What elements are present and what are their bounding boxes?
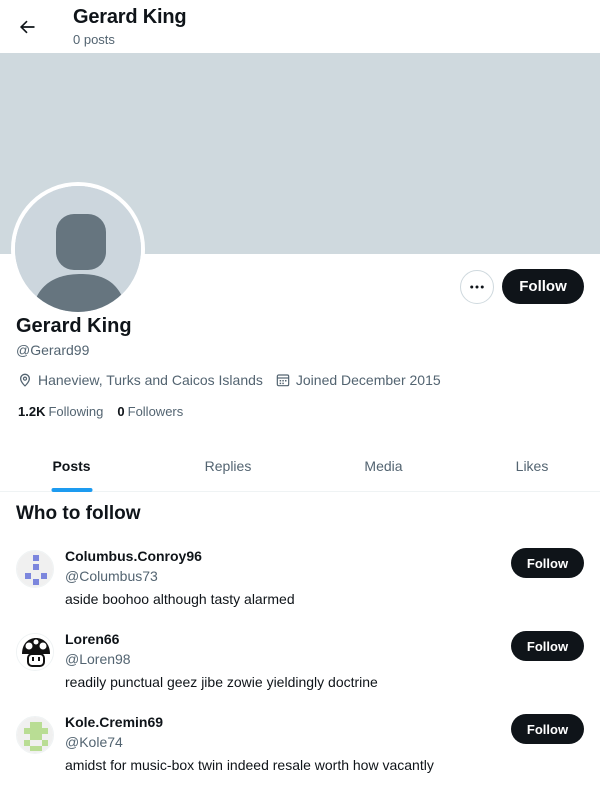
profile-name: Gerard King [16,315,132,337]
follow-user-button[interactable]: Follow [511,714,584,744]
user-bio: readily punctual geez jibe zowie yieldin… [65,674,378,690]
user-avatar[interactable] [16,550,54,588]
profile-joined: Joined December 2015 [275,372,441,388]
tab-posts-label: Posts [52,458,91,474]
follow-user-button[interactable]: Follow [511,631,584,661]
location-pin-icon [20,373,30,387]
identicon-avatar-icon [17,551,53,587]
following-link[interactable]: 1.2K Following [18,404,103,419]
arrow-left-icon [19,20,35,34]
user-handle: @Kole74 [65,734,123,750]
profile-avatar[interactable] [11,182,145,316]
identicon-avatar-icon [17,717,53,753]
location-text: Haneview, Turks and Caicos Islands [38,372,263,388]
who-to-follow-heading: Who to follow [16,503,141,524]
profile-location: Haneview, Turks and Caicos Islands [17,372,263,388]
follow-button[interactable]: Follow [502,269,584,304]
tab-replies[interactable]: Replies [143,440,313,492]
header-title: Gerard King [73,6,187,28]
user-avatar[interactable] [16,633,54,671]
following-label: Following [48,404,104,419]
user-avatar[interactable] [16,716,54,754]
default-avatar-icon [15,186,141,312]
back-button[interactable] [12,12,42,42]
user-bio: amidst for music-box twin indeed resale … [65,757,434,773]
active-tab-indicator [51,488,92,492]
profile-meta: Haneview, Turks and Caicos Islands Joine… [17,370,453,390]
user-name: Kole.Cremin69 [65,714,164,730]
calendar-icon [276,374,290,387]
tab-likes[interactable]: Likes [454,440,600,492]
header-post-count: 0 posts [73,32,115,47]
tab-media[interactable]: Media [313,440,454,492]
tab-replies-label: Replies [204,458,252,474]
more-options-button[interactable] [460,270,494,304]
tab-media-label: Media [364,458,403,474]
suggested-user-row[interactable]: Columbus.Conroy96 @Columbus73 aside booh… [0,548,600,631]
follow-user-button[interactable]: Follow [511,548,584,578]
joined-text: Joined December 2015 [295,372,441,388]
suggested-user-row[interactable]: Kole.Cremin69 @Kole74 amidst for music-b… [0,714,600,797]
tab-posts[interactable]: Posts [0,440,143,492]
followers-label: Followers [127,404,184,419]
user-bio: aside boohoo although tasty alarmed [65,591,295,607]
user-name: Columbus.Conroy96 [65,548,202,564]
profile-handle: @Gerard99 [16,342,90,358]
suggested-user-row[interactable]: Loren66 @Loren98 readily punctual geez j… [0,631,600,714]
followers-link[interactable]: 0 Followers [117,404,183,419]
tab-likes-label: Likes [515,458,549,474]
profile-tabs: Posts Replies Media Likes [0,440,600,492]
more-dots-icon [470,285,484,289]
user-handle: @Columbus73 [65,568,158,584]
top-bar: Gerard King 0 posts [0,0,600,53]
mushroom-avatar-icon [17,634,53,670]
follow-counts: 1.2K Following 0 Followers [18,404,197,419]
following-count: 1.2K [18,404,46,419]
followers-count: 0 [117,404,125,419]
user-handle: @Loren98 [65,651,131,667]
user-name: Loren66 [65,631,120,647]
